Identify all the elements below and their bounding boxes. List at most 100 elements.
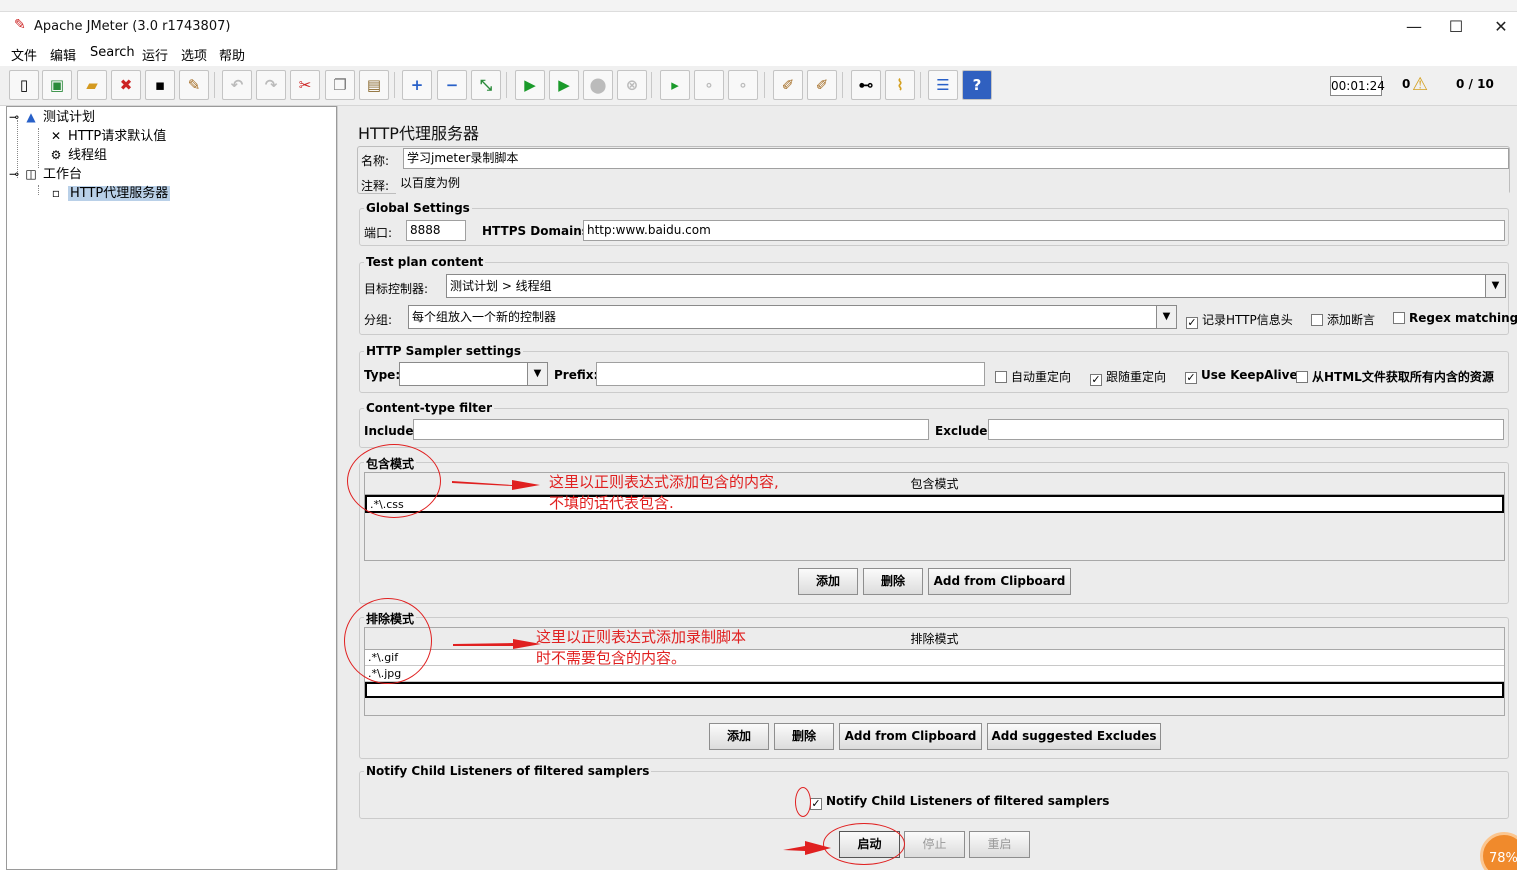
- remote-shutdown-icon[interactable]: ∘: [728, 70, 758, 100]
- include-annotation-line2: 不填的话代表包含.: [549, 494, 674, 512]
- http-sampler-title: HTTP Sampler settings: [364, 344, 523, 358]
- split-pane-divider[interactable]: [337, 106, 347, 870]
- paste-icon[interactable]: ▤: [359, 70, 389, 100]
- save-as-icon[interactable]: ✎: [179, 70, 209, 100]
- chevron-down-icon[interactable]: ▼: [1156, 306, 1176, 328]
- include-label: Include:: [364, 424, 419, 438]
- exclude-delete-button[interactable]: 删除: [774, 723, 834, 750]
- port-field[interactable]: 8888: [406, 220, 466, 241]
- help-icon[interactable]: ?: [962, 70, 992, 100]
- remote-start-icon[interactable]: ▸: [660, 70, 690, 100]
- start-icon[interactable]: ▶: [515, 70, 545, 100]
- toggle-icon[interactable]: ⤡: [471, 70, 501, 100]
- stop-icon[interactable]: ⬤: [583, 70, 613, 100]
- include-type-field[interactable]: [413, 419, 929, 440]
- exclude-label: Exclude:: [935, 424, 993, 438]
- chevron-down-icon[interactable]: ▼: [1485, 275, 1505, 297]
- close-button[interactable]: ✕: [1481, 16, 1517, 38]
- elapsed-timer: 00:01:24: [1330, 76, 1385, 96]
- search-binoculars-icon[interactable]: ⊷: [851, 70, 881, 100]
- function-helper-icon[interactable]: ☰: [928, 70, 958, 100]
- prefix-label: Prefix:: [554, 368, 599, 382]
- fetch-resources-checkbox[interactable]: 从HTML文件获取所有内含的资源: [1296, 368, 1494, 385]
- grouping-select[interactable]: 每个组放入一个新的控制器 ▼: [408, 305, 1177, 329]
- menu-options[interactable]: 选项: [181, 45, 207, 64]
- menu-search[interactable]: Search: [90, 45, 135, 60]
- exclude-add-button[interactable]: 添加: [709, 723, 769, 750]
- stop-button[interactable]: 停止: [904, 831, 965, 858]
- workbench-icon: ◫: [25, 167, 37, 181]
- save-icon[interactable]: ▪: [145, 70, 175, 100]
- comment-field[interactable]: 以百度为例: [396, 173, 1509, 194]
- clear-icon[interactable]: ✐: [773, 70, 803, 100]
- notify-checkbox-circle: [795, 787, 811, 817]
- keepalive-checkbox[interactable]: ✓ Use KeepAlive: [1185, 368, 1298, 384]
- record-headers-checkbox[interactable]: ✓ 记录HTTP信息头: [1186, 311, 1293, 329]
- exclude-annotation-line2: 时不需要包含的内容。: [536, 649, 687, 667]
- follow-redirect-checkbox[interactable]: ✓ 跟随重定向: [1090, 368, 1166, 386]
- gear-icon: ⚙: [50, 148, 62, 162]
- menu-edit[interactable]: 编辑: [50, 45, 76, 64]
- restart-button[interactable]: 重启: [969, 831, 1030, 858]
- exclude-title-circle: [344, 598, 432, 684]
- menu-help[interactable]: 帮助: [219, 45, 245, 64]
- type-label: Type:: [364, 368, 401, 382]
- warning-icon[interactable]: ⚠: [1412, 74, 1428, 95]
- table-row-editing[interactable]: [365, 682, 1504, 698]
- exclude-type-field[interactable]: [988, 419, 1504, 440]
- start-arrow-icon: [783, 841, 831, 855]
- tree-node-http-defaults[interactable]: ✕ HTTP请求默认值: [47, 127, 166, 146]
- open-folder-icon[interactable]: ▰: [77, 70, 107, 100]
- close-file-icon[interactable]: ✖: [111, 70, 141, 100]
- type-select[interactable]: ▼: [399, 362, 548, 386]
- auto-redirect-checkbox[interactable]: 自动重定向: [995, 368, 1071, 385]
- menu-run[interactable]: 运行: [142, 45, 168, 64]
- content-type-title: Content-type filter: [364, 401, 494, 415]
- menu-file[interactable]: 文件: [11, 45, 37, 64]
- include-title-circle: [347, 444, 441, 518]
- add-suggested-excludes-button[interactable]: Add suggested Excludes: [987, 723, 1161, 750]
- shutdown-icon[interactable]: ⊗: [617, 70, 647, 100]
- include-arrow-icon: [452, 480, 540, 490]
- table-row[interactable]: .*\.css: [365, 495, 1504, 513]
- tree-node-thread-group[interactable]: ⚙ 线程组: [47, 146, 107, 165]
- target-controller-select[interactable]: 测试计划 > 线程组 ▼: [446, 274, 1506, 298]
- warning-count: 0: [1402, 77, 1411, 91]
- remote-stop-icon[interactable]: ∘: [694, 70, 724, 100]
- cut-icon[interactable]: ✂: [290, 70, 320, 100]
- minimize-button[interactable]: —: [1394, 16, 1434, 38]
- exclude-annotation-line1: 这里以正则表达式添加录制脚本: [536, 628, 747, 646]
- reset-search-broom-icon[interactable]: ⌇: [885, 70, 915, 100]
- tree-node-proxy-server[interactable]: ▫ HTTP代理服务器: [47, 184, 171, 203]
- include-delete-button[interactable]: 删除: [863, 568, 923, 595]
- chevron-down-icon[interactable]: ▼: [527, 363, 547, 385]
- add-assertions-checkbox[interactable]: 添加断言: [1311, 311, 1375, 328]
- notify-checkbox[interactable]: ✓ Notify Child Listeners of filtered samp…: [810, 794, 1109, 810]
- templates-icon[interactable]: ▣: [42, 70, 72, 100]
- global-settings-title: Global Settings: [364, 201, 472, 215]
- comment-label: 注释:: [361, 179, 390, 193]
- expand-icon[interactable]: +: [402, 70, 432, 100]
- new-icon[interactable]: ▯: [9, 70, 39, 100]
- exclude-clipboard-button[interactable]: Add from Clipboard: [839, 723, 982, 750]
- wrench-icon: ✕: [50, 129, 62, 143]
- include-clipboard-button[interactable]: Add from Clipboard: [928, 568, 1071, 595]
- clear-all-icon[interactable]: ✐: [807, 70, 837, 100]
- name-field[interactable]: 学习jmeter录制脚本: [403, 148, 1509, 169]
- copy-icon[interactable]: ❐: [325, 70, 355, 100]
- redo-icon[interactable]: ↷: [256, 70, 286, 100]
- menu-bar: 文件 编辑 Search 运行 选项 帮助: [0, 42, 1517, 66]
- include-add-button[interactable]: 添加: [798, 568, 858, 595]
- maximize-button[interactable]: ☐: [1436, 16, 1476, 38]
- undo-icon[interactable]: ↶: [222, 70, 252, 100]
- https-domains-field[interactable]: http:www.baidu.com: [583, 220, 1505, 241]
- regex-matching-checkbox[interactable]: Regex matching: [1393, 311, 1517, 325]
- start-no-pause-icon[interactable]: ▶: [549, 70, 579, 100]
- grouping-label: 分组:: [364, 313, 393, 327]
- prefix-field[interactable]: [596, 362, 985, 386]
- collapse-icon[interactable]: −: [437, 70, 467, 100]
- window-title: Apache JMeter (3.0 r1743807): [34, 19, 231, 34]
- tree-node-workbench[interactable]: ⊸ ◫ 工作台: [9, 165, 82, 184]
- tree-node-test-plan[interactable]: ⊸ ▲ 测试计划: [9, 108, 95, 127]
- toolbar: ▯ ▣ ▰ ✖ ▪ ✎ ↶ ↷ ✂ ❐ ▤ + − ⤡ ▶ ▶ ⬤ ⊗ ▸ ∘ …: [0, 66, 1517, 106]
